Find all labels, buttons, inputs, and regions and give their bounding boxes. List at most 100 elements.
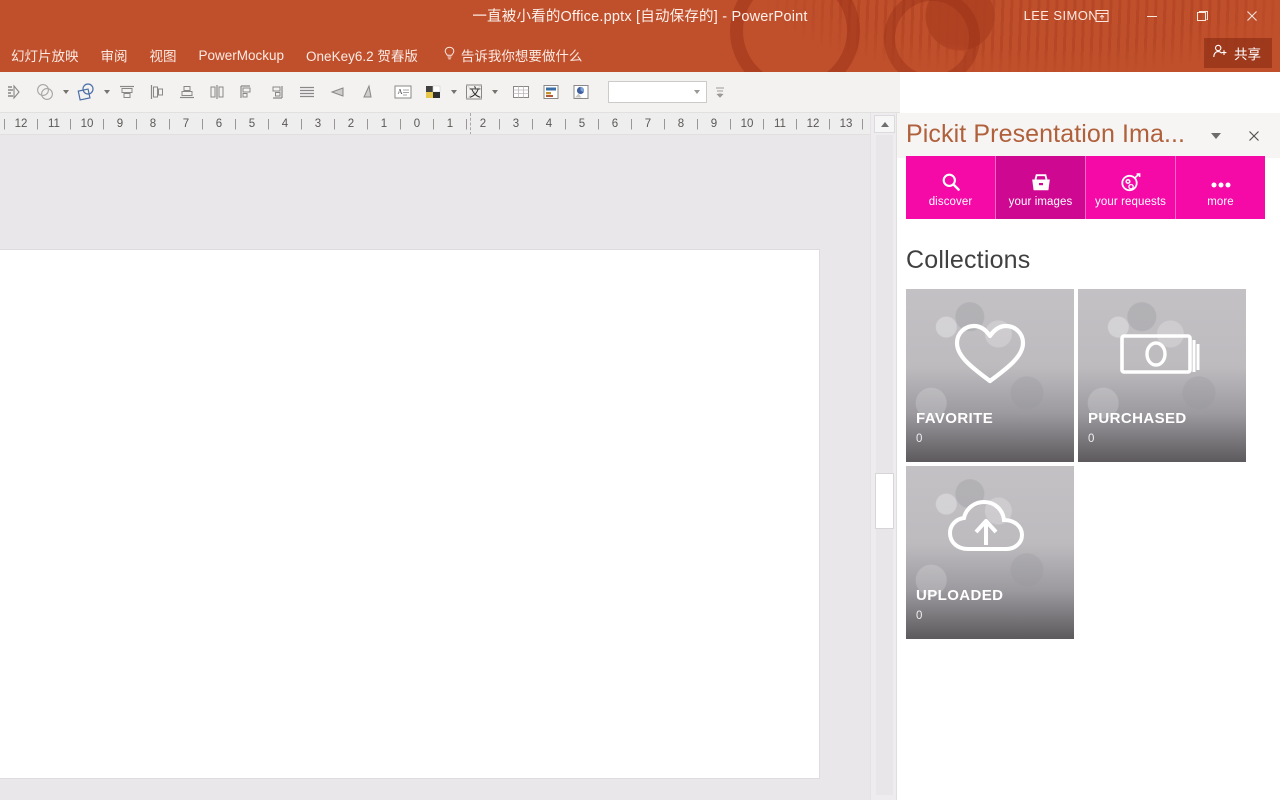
svg-text:A: A (398, 88, 403, 96)
vertical-scrollbar[interactable] (870, 113, 896, 800)
heart-icon (906, 303, 1074, 403)
distribute-vertical-icon[interactable] (262, 76, 292, 108)
share-label: 共享 (1234, 47, 1261, 62)
collection-card-purchased[interactable]: PURCHASED 0 (1078, 289, 1246, 462)
ruler-tick: | (696, 118, 699, 130)
share-person-icon (1212, 43, 1229, 63)
close-icon[interactable] (1243, 125, 1265, 147)
slide-edit-area[interactable] (0, 135, 870, 800)
chevron-down-icon[interactable] (1211, 133, 1221, 139)
ruler-tick: | (333, 118, 336, 130)
picture-style-icon[interactable] (566, 76, 596, 108)
ruler-tick: | (69, 118, 72, 130)
scrollbar-thumb[interactable] (875, 473, 894, 529)
shape-union-caret-icon[interactable] (101, 76, 112, 108)
ruler-number: 10 (740, 118, 754, 130)
scrollbar-track[interactable] (876, 135, 893, 795)
collections-grid: FAVORITE 0 PURCHASED 0 UPLOADED 0 (906, 289, 1265, 639)
ruler-number: 7 (182, 118, 190, 130)
ruler-tick: | (102, 118, 105, 130)
tab-your-images[interactable]: your images (996, 156, 1086, 219)
ruler-number: 2 (347, 118, 355, 130)
lightbulb-icon (443, 46, 456, 64)
chevron-down-icon (694, 90, 700, 94)
menu-item-onekey[interactable]: OneKey6.2 贺春版 (295, 39, 429, 71)
ruler-number: 2 (479, 118, 487, 130)
ruler-number: 1 (446, 118, 454, 130)
table-icon[interactable] (506, 76, 536, 108)
basket-icon (1029, 168, 1053, 193)
ruler-marks: | 12 | 11 | 10 | 9 | 8 | 7 | 6 | 5 | 4 | 3 | 2 | 1 | 0 | 1 | 2 | 3 | 4 | 5 |… (0, 113, 870, 134)
ruler-tick: | (300, 118, 303, 130)
smartart-icon[interactable] (536, 76, 566, 108)
text-box-icon[interactable]: A (388, 76, 418, 108)
ruler-tick: | (36, 118, 39, 130)
selection-pane-icon[interactable] (0, 76, 30, 108)
tab-your-images-label: your images (1008, 195, 1073, 208)
tab-your-requests-label: your requests (1095, 195, 1166, 208)
minimize-icon[interactable] (1130, 2, 1174, 30)
menu-item-view[interactable]: 视图 (139, 39, 188, 71)
ruler-number: 5 (578, 118, 586, 130)
tell-me-box[interactable]: 告诉我你想要做什么 (429, 39, 594, 71)
menu-item-powermockup[interactable]: PowerMockup (188, 42, 296, 69)
pickit-task-pane: Pickit Presentation Ima... discover your… (896, 113, 1280, 800)
shape-merge-icon[interactable] (30, 76, 60, 108)
chinese-text-icon[interactable]: 文 (459, 76, 489, 108)
scroll-up-icon[interactable] (874, 115, 895, 133)
collection-card-favorite[interactable]: FAVORITE 0 (906, 289, 1074, 462)
close-icon[interactable] (1230, 2, 1274, 30)
chinese-text-caret-icon[interactable] (489, 76, 500, 108)
tab-more[interactable]: more (1176, 156, 1265, 219)
collection-name: PURCHASED (1088, 410, 1187, 427)
ruler-number: 0 (413, 118, 421, 130)
distribute-horizontal-icon[interactable] (232, 76, 262, 108)
restore-icon[interactable] (1180, 2, 1224, 30)
svg-text:文: 文 (469, 85, 481, 100)
cloud-upload-icon (906, 480, 1074, 580)
align-top-icon[interactable] (112, 76, 142, 108)
ruler-number: 1 (380, 118, 388, 130)
ruler-number: 4 (545, 118, 553, 130)
rotate-right-icon[interactable] (352, 76, 382, 108)
share-button[interactable]: 共享 (1204, 38, 1272, 68)
color-palette-caret-icon[interactable] (448, 76, 459, 108)
tab-discover[interactable]: discover (906, 156, 996, 219)
pickit-tab-bar: discover your images your requests more (906, 156, 1265, 219)
collection-count: 0 (916, 433, 923, 445)
style-combo-box[interactable] (608, 81, 707, 103)
ruler-tick: | (498, 118, 501, 130)
arrange-toolbar: A 文 (0, 72, 900, 113)
color-palette-icon[interactable] (418, 76, 448, 108)
tab-your-requests[interactable]: your requests (1086, 156, 1176, 219)
ruler-tick: | (267, 118, 270, 130)
ruler-number: 13 (839, 118, 853, 130)
horizontal-ruler[interactable]: | 12 | 11 | 10 | 9 | 8 | 7 | 6 | 5 | 4 | 3 | 2 | 1 | 0 | 1 | 2 | 3 | 4 | 5 |… (0, 113, 870, 135)
collections-heading: Collections (906, 246, 1031, 274)
slide-canvas[interactable] (0, 249, 820, 779)
rotate-left-icon[interactable] (322, 76, 352, 108)
ruler-tick: | (531, 118, 534, 130)
ruler-number: 3 (512, 118, 520, 130)
shape-union-icon[interactable] (71, 76, 101, 108)
ruler-tick: | (399, 118, 402, 130)
shape-merge-caret-icon[interactable] (60, 76, 71, 108)
align-bottom-icon[interactable] (172, 76, 202, 108)
ruler-active-boundary (470, 113, 471, 134)
ruler-number: 4 (281, 118, 289, 130)
collection-card-uploaded[interactable]: UPLOADED 0 (906, 466, 1074, 639)
ruler-tick: | (729, 118, 732, 130)
dialog-launcher-icon[interactable] (707, 76, 733, 108)
ribbon-display-options-icon[interactable] (1080, 2, 1124, 30)
menu-item-slideshow[interactable]: 幻灯片放映 (0, 39, 90, 71)
ruler-number: 5 (248, 118, 256, 130)
collection-name: FAVORITE (916, 410, 994, 427)
align-justify-icon[interactable] (292, 76, 322, 108)
tab-discover-label: discover (928, 195, 973, 208)
menu-item-review[interactable]: 审阅 (90, 39, 139, 71)
align-center-horizontal-icon[interactable] (202, 76, 232, 108)
ruler-tick: | (663, 118, 666, 130)
align-left-icon[interactable] (142, 76, 172, 108)
ruler-number: 12 (806, 118, 820, 130)
ruler-number: 8 (149, 118, 157, 130)
